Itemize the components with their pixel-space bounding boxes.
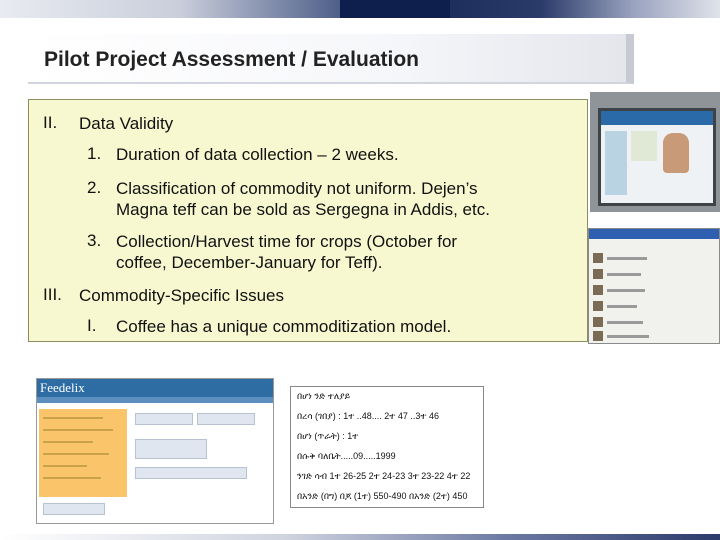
section-numeral-iii: III. (43, 285, 62, 304)
amharic-line-2: በረሳ (ገበያ) : 1ተ ..48.... 2ተ 47 ..3ተ 46 (297, 411, 439, 421)
amharic-line-6: በአንድ (በግ) በጆ (1ተ) 550-490 በአንድ (2ተ) 450 (297, 491, 468, 501)
panel-text-line (43, 417, 103, 419)
feedelix-orange-panel (39, 409, 127, 497)
messenger-contact-row (593, 331, 711, 343)
section-heading-data-validity: Data Validity (79, 114, 174, 133)
section-numeral-ii: II. (43, 113, 58, 132)
messenger-contact-row (593, 301, 711, 313)
feedelix-form-field (135, 413, 193, 425)
messenger-contact-row (593, 269, 711, 281)
amharic-message-screenshot: በሆነ ንድ ተለያይ በረሳ (ገበያ) : 1ተ ..48.... 2ተ 4… (290, 386, 484, 508)
contact-text-line (607, 321, 643, 324)
title-box: Pilot Project Assessment / Evaluation (28, 34, 634, 84)
monitor-header-strip (601, 111, 713, 125)
item-text-i: Coffee has a unique commoditization mode… (116, 317, 452, 336)
top-decorative-bar-dark (340, 0, 450, 18)
feedelix-form-field (43, 503, 105, 515)
amharic-line-5: ንገድ ሳብ 1ተ 26-25 2ተ 24-23 3ተ 23-22 4ተ 22 (297, 471, 471, 481)
contact-avatar (593, 285, 603, 295)
feedelix-form-field (135, 467, 247, 479)
section-heading-commodity-specific: Commodity-Specific Issues (79, 286, 285, 305)
contact-text-line (607, 289, 645, 292)
contact-text-line (607, 257, 647, 260)
item-number-3: 3. (87, 231, 102, 250)
item-number-2: 2. (87, 178, 102, 197)
item-number-i: I. (87, 316, 97, 335)
monitor-screen (598, 108, 716, 206)
messenger-contact-row (593, 317, 711, 329)
feedelix-nav-strip (37, 397, 273, 403)
feedelix-header: Feedelix (37, 379, 273, 397)
contact-text-line (607, 335, 649, 338)
content-panel: II. Data Validity 1. Duration of data co… (28, 99, 588, 342)
feedelix-logo: Feedelix (40, 380, 85, 395)
item-text-3-line-2: coffee, December-January for Teff). (116, 253, 383, 272)
feedelix-screenshot: Feedelix (36, 378, 274, 524)
amharic-line-1: በሆነ ንድ ተለያይ (297, 391, 351, 401)
feedelix-form-field (197, 413, 255, 425)
messenger-contact-row (593, 285, 711, 297)
contact-avatar (593, 317, 603, 327)
item-text-2-line-2: Magna teff can be sold as Sergegna in Ad… (116, 200, 490, 219)
monitor-content-block (631, 131, 657, 161)
messenger-titlebar (589, 229, 719, 239)
item-text-2-line-1: Classification of commodity not uniform.… (116, 179, 478, 198)
contact-avatar (593, 331, 603, 341)
messenger-screenshot (588, 228, 720, 344)
monitor-sidebar (605, 131, 627, 195)
panel-text-line (43, 441, 93, 443)
page-title: Pilot Project Assessment / Evaluation (44, 48, 420, 71)
panel-text-line (43, 465, 87, 467)
amharic-line-4: በሱቅ ባለቤት.....09.....1999 (297, 451, 396, 461)
contact-text-line (607, 273, 641, 276)
item-text-1: Duration of data collection – 2 weeks. (116, 145, 399, 164)
monitor-photo (590, 92, 720, 212)
feedelix-form-field (135, 439, 207, 459)
panel-text-line (43, 429, 113, 431)
bottom-decorative-bar (0, 534, 720, 540)
panel-text-line (43, 453, 109, 455)
item-number-1: 1. (87, 144, 102, 163)
contact-avatar (593, 301, 603, 311)
item-text-3-line-1: Collection/Harvest time for crops (Octob… (116, 232, 458, 251)
amharic-line-3: በሆነ (ጥራት) : 1ተ (297, 431, 359, 441)
contact-avatar (593, 253, 603, 263)
contact-avatar (593, 269, 603, 279)
messenger-contact-row (593, 253, 711, 265)
contact-text-line (607, 305, 637, 308)
monitor-photo-person (663, 133, 689, 173)
panel-text-line (43, 477, 101, 479)
